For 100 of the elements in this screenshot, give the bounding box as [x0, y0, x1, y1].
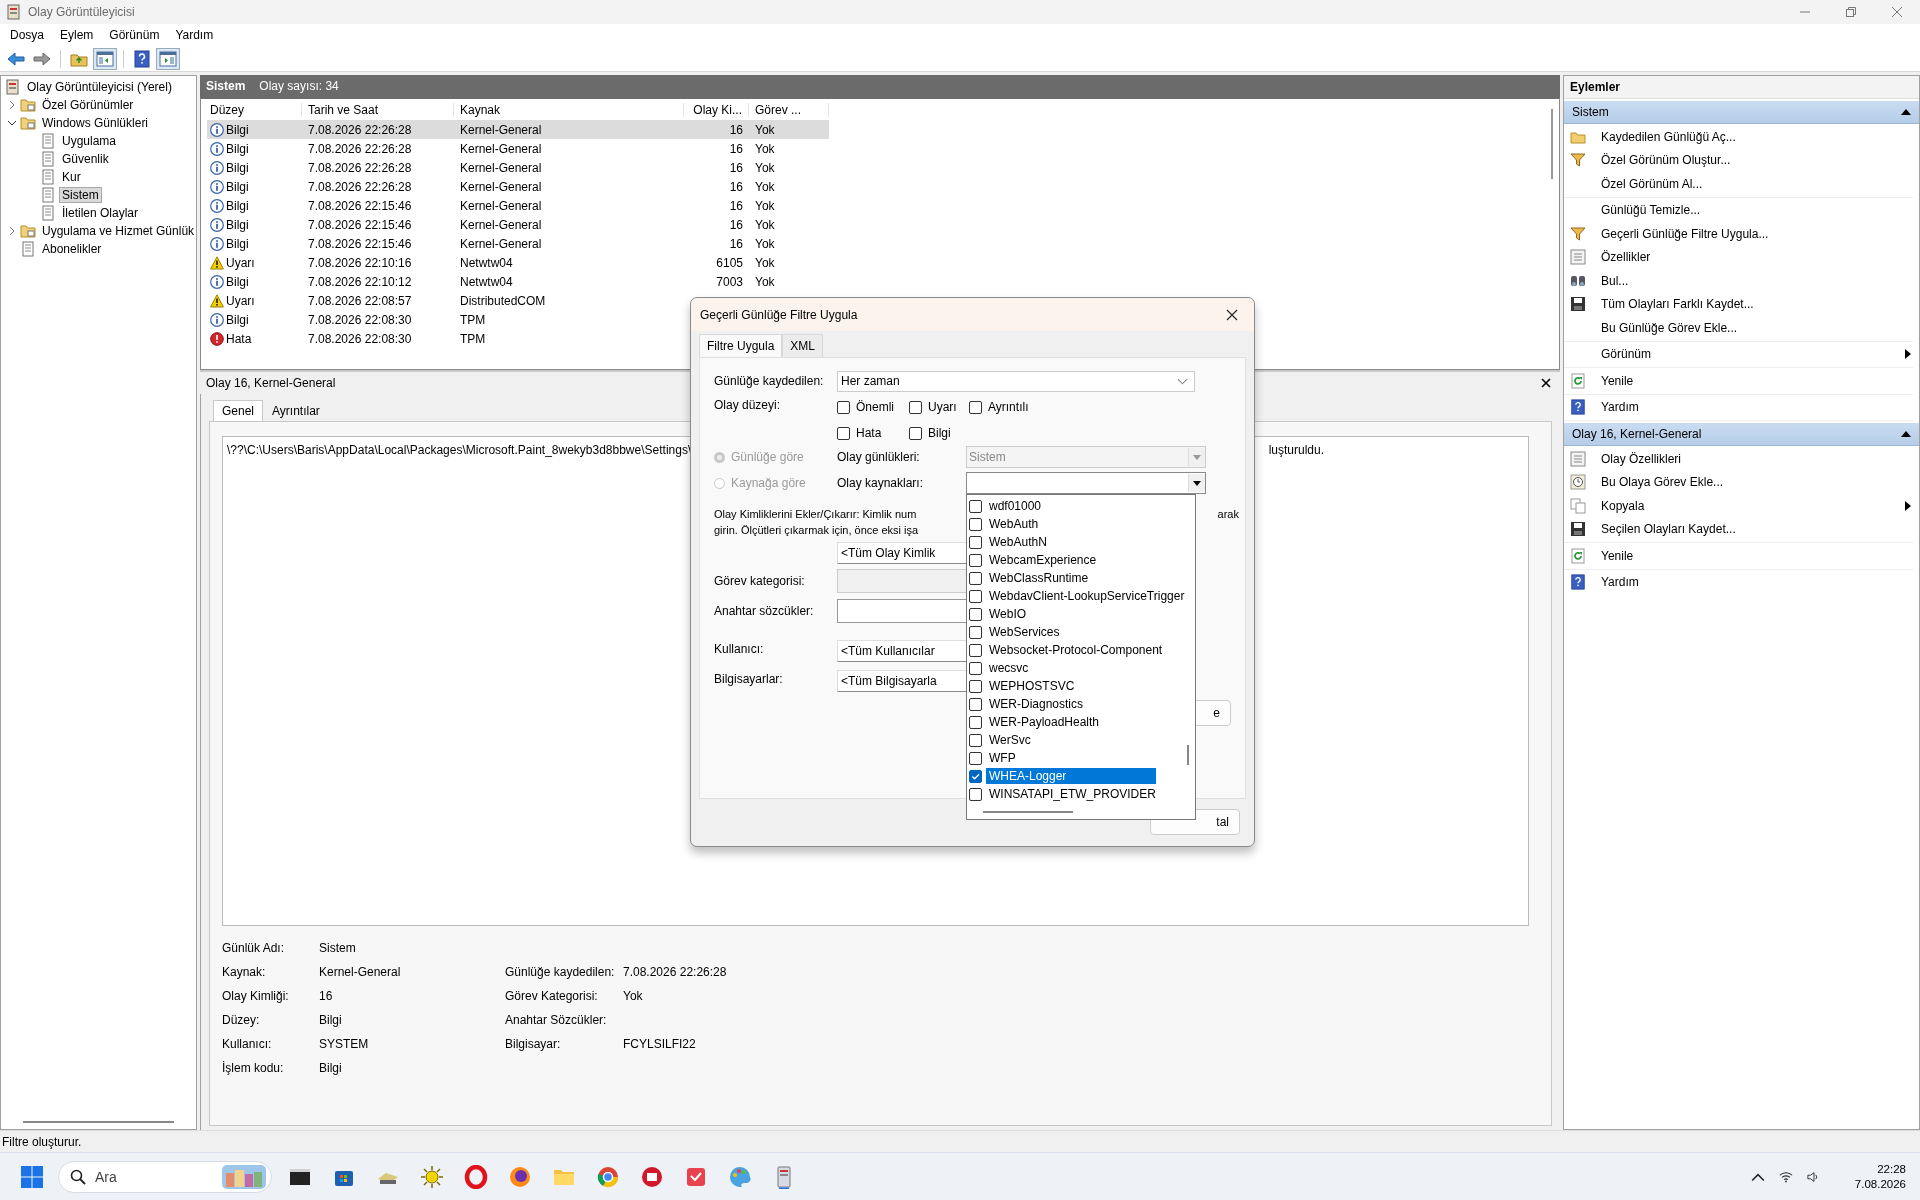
field-label: Görev kategorisi: — [714, 574, 806, 588]
task-text: Yok — [755, 179, 775, 194]
menu-item[interactable]: Dosya — [2, 26, 52, 44]
palette-icon[interactable] — [728, 1164, 752, 1189]
event-row[interactable]: Bilgi 7.08.2026 22:15:46 Kernel-General 16 Yok — [207, 234, 829, 253]
tree-item[interactable]: Windows Günlükleri — [39, 115, 152, 131]
tab[interactable]: XML — [782, 334, 824, 357]
tree-item[interactable]: Uygulama ve Hizmet Günlük — [39, 223, 196, 239]
checkbox[interactable] — [909, 400, 922, 414]
tab[interactable]: Genel — [213, 400, 264, 422]
date-text: 7.08.2026 22:15:46 — [308, 217, 412, 232]
dropdown[interactable]: Her zaman — [837, 370, 1195, 392]
checkbox[interactable] — [969, 400, 982, 414]
properties-icon — [1570, 450, 1586, 467]
event-id-text: 16 — [729, 179, 743, 194]
action-item[interactable]: Seçilen Olayları Kaydet... — [1564, 517, 1913, 541]
event-row[interactable]: Bilgi 7.08.2026 22:08:30 TPM — [207, 310, 684, 329]
vertical-scrollbar[interactable] — [1551, 109, 1553, 179]
level-text: Bilgi — [226, 217, 249, 232]
checkbox[interactable] — [837, 400, 850, 414]
action-item[interactable]: Olay Özellikleri — [1564, 447, 1913, 471]
action-item[interactable]: Yardım — [1564, 395, 1913, 419]
tree-item[interactable]: Olay Görüntüleyicisi (Yerel) — [24, 79, 175, 95]
column-header[interactable]: Görev ... — [749, 103, 829, 117]
event-row[interactable]: Bilgi 7.08.2026 22:26:28 Kernel-General 16 Yok — [207, 139, 829, 158]
tree-item[interactable]: İletilen Olaylar — [59, 205, 142, 221]
checkbox[interactable] — [909, 426, 922, 440]
action-item[interactable]: Yenile — [1564, 544, 1913, 568]
browser-icon[interactable] — [596, 1164, 620, 1189]
wifi-icon[interactable] — [1778, 1170, 1793, 1183]
sun-icon[interactable] — [420, 1164, 444, 1189]
section-header[interactable]: Sistem — [1564, 101, 1919, 124]
event-row[interactable]: Hata 7.08.2026 22:08:30 TPM — [207, 329, 684, 348]
column-header[interactable]: Düzey — [207, 103, 302, 117]
tree-item[interactable]: Özel Görünümler — [39, 97, 137, 113]
column-header[interactable]: Tarih ve Saat — [302, 103, 454, 117]
menu-item[interactable]: Eylem — [52, 26, 102, 44]
field-value: Bilgi — [319, 1013, 343, 1027]
level-text: Hata — [226, 331, 252, 346]
action-item[interactable]: Özel Görünüm Oluştur... — [1564, 148, 1913, 172]
date-text: 7.08.2026 22:26:28 — [308, 160, 412, 175]
action-item[interactable]: Günlüğü Temizle... — [1564, 198, 1913, 222]
event-row[interactable]: Uyarı 7.08.2026 22:10:16 Netwtw04 6105 Yok — [207, 253, 829, 272]
menu-item[interactable]: Görünüm — [101, 26, 168, 44]
event-row[interactable]: Bilgi 7.08.2026 22:15:46 Kernel-General 16 Yok — [207, 215, 829, 234]
ring-icon[interactable] — [464, 1164, 488, 1189]
event-row[interactable]: Bilgi 7.08.2026 22:10:12 Netwtw04 7003 Yok — [207, 272, 829, 291]
globe-icon[interactable] — [508, 1164, 532, 1189]
action-item[interactable]: Yenile — [1564, 369, 1913, 393]
action-item[interactable]: Özel Görünüm Al... — [1564, 172, 1913, 196]
tree-item[interactable]: Uygulama — [59, 133, 120, 149]
checkbox[interactable] — [837, 426, 850, 440]
action-item[interactable]: Tüm Olayları Farklı Kaydet... — [1564, 292, 1913, 316]
column-header[interactable]: Olay Ki... — [684, 103, 749, 117]
section-header[interactable]: Olay 16, Kernel-General — [1564, 423, 1919, 446]
collapse-chevron-icon[interactable] — [7, 118, 17, 128]
action-item[interactable]: Görünüm — [1564, 342, 1913, 366]
action-item[interactable]: Bu Olaya Görev Ekle... — [1564, 470, 1913, 494]
event-id-text: 16 — [729, 236, 743, 251]
action-item[interactable]: Kaydedilen Günlüğü Aç... — [1564, 125, 1913, 149]
event-row[interactable]: Bilgi 7.08.2026 22:15:46 Kernel-General 16 Yok — [207, 196, 829, 215]
column-header[interactable]: Kaynak — [454, 103, 684, 117]
action-item[interactable]: Kopyala — [1564, 494, 1913, 518]
date-text: 7.08.2026 22:26:28 — [308, 122, 412, 137]
show-tree-button[interactable] — [93, 47, 117, 70]
event-row[interactable]: Uyarı 7.08.2026 22:08:57 DistributedCOM — [207, 291, 684, 310]
event-row[interactable]: Bilgi 7.08.2026 22:26:28 Kernel-General 16 Yok — [207, 158, 829, 177]
event-row[interactable]: Bilgi 7.08.2026 22:26:28 Kernel-General 16 Yok — [207, 120, 829, 139]
tree-item[interactable]: Abonelikler — [39, 241, 105, 257]
action-item[interactable]: Geçerli Günlüğe Filtre Uygula... — [1564, 222, 1913, 246]
horizontal-scrollbar[interactable] — [23, 1121, 174, 1123]
menu-item[interactable]: Yardım — [167, 26, 222, 44]
tree-item[interactable]: Sistem — [59, 187, 102, 203]
field-label: Kullanıcı: — [222, 1037, 273, 1051]
field-label: Kullanıcı: — [714, 642, 765, 656]
radio-label: Kaynağa göre — [731, 476, 806, 490]
action-item[interactable]: Bu Günlüğe Görev Ekle... — [1564, 316, 1913, 340]
tab[interactable]: Filtre Uygula — [699, 334, 783, 357]
tree-item[interactable]: Güvenlik — [59, 151, 112, 167]
event-row[interactable]: Bilgi 7.08.2026 22:26:28 Kernel-General 16 Yok — [207, 177, 829, 196]
tree-item[interactable]: Kur — [59, 169, 84, 185]
clock[interactable]: 22:28 7.08.2026 — [1854, 1163, 1906, 1190]
start-icon[interactable] — [20, 1164, 44, 1189]
show-action-pane-button[interactable] — [156, 47, 180, 70]
help-icon — [134, 49, 150, 68]
field-label: İşlem kodu: — [222, 1061, 285, 1075]
task-text: Yok — [755, 141, 775, 156]
app-icon[interactable] — [640, 1164, 664, 1189]
field-value: Kernel-General — [319, 965, 402, 979]
action-item[interactable]: Özellikler — [1564, 245, 1913, 269]
expand-chevron-icon[interactable] — [7, 226, 17, 236]
action-item[interactable]: Yardım — [1564, 570, 1913, 594]
level-text: Uyarı — [226, 293, 255, 308]
error-icon — [210, 331, 224, 346]
close-icon — [1226, 308, 1238, 321]
field-label: Düzey: — [222, 1013, 261, 1027]
action-item[interactable]: Bul... — [1564, 269, 1913, 293]
expand-chevron-icon[interactable] — [7, 100, 17, 110]
tab[interactable]: Ayrıntılar — [263, 400, 329, 422]
level-text: Bilgi — [226, 274, 249, 289]
